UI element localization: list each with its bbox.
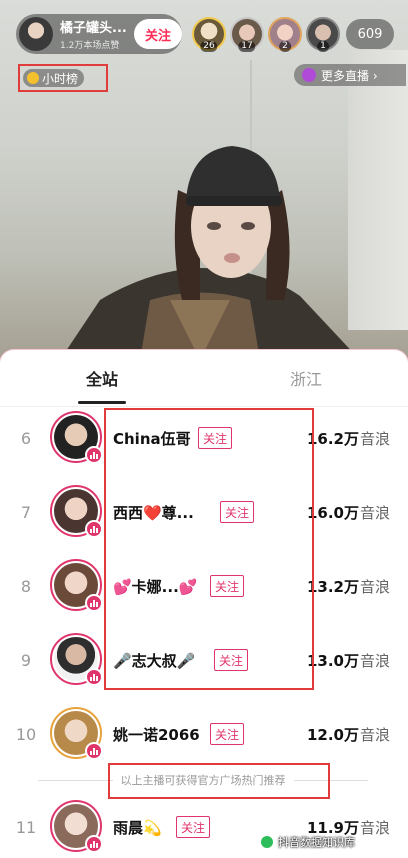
score: 13.2万 音浪 bbox=[307, 549, 390, 623]
rank-number: 8 bbox=[20, 576, 32, 596]
streamer-name: 姚一诺2066 bbox=[113, 725, 200, 744]
live-bars-icon bbox=[85, 742, 103, 760]
viewer-badge: 26 bbox=[200, 41, 218, 52]
rank-number: 10 bbox=[15, 724, 37, 744]
score-value: 16.0万 bbox=[306, 503, 359, 522]
score-unit: 音浪 bbox=[359, 818, 390, 837]
live-bars-icon bbox=[85, 520, 103, 538]
viewer-avatar[interactable]: 1 bbox=[306, 17, 340, 52]
live-video[interactable] bbox=[0, 0, 408, 360]
more-live-label: 更多直播 › bbox=[321, 68, 378, 83]
score-value: 13.0万 bbox=[306, 651, 359, 670]
avatar[interactable] bbox=[50, 633, 103, 686]
score-value: 12.0万 bbox=[306, 725, 359, 744]
ranking-row[interactable]: 7 西西❤️尊... 关注 16.0万 音浪 bbox=[0, 475, 408, 549]
follow-button[interactable]: 关注 bbox=[176, 816, 211, 838]
follow-button[interactable]: 关注 bbox=[214, 649, 249, 671]
score-unit: 音浪 bbox=[359, 725, 390, 744]
viewer-avatar[interactable]: 2 bbox=[268, 17, 302, 52]
streamer-name: 雨晨💫 bbox=[113, 818, 162, 837]
live-bars-icon bbox=[85, 594, 103, 612]
score: 16.2万 音浪 bbox=[307, 401, 390, 475]
live-bars-icon bbox=[85, 835, 103, 853]
ranking-row[interactable]: 10 姚一诺2066 关注 12.0万 音浪 bbox=[0, 697, 408, 771]
score-unit: 音浪 bbox=[359, 577, 390, 596]
rank-number: 7 bbox=[20, 502, 32, 522]
divider-line bbox=[38, 779, 113, 781]
avatar[interactable] bbox=[50, 559, 103, 612]
score-value: 16.2万 bbox=[306, 429, 359, 448]
rank-number: 11 bbox=[15, 817, 37, 837]
more-live-button[interactable]: 更多直播 › bbox=[294, 64, 406, 86]
viewer-avatar[interactable]: 26 bbox=[192, 17, 226, 52]
score: 12.0万 音浪 bbox=[307, 697, 390, 771]
live-bars-icon bbox=[85, 446, 103, 464]
avatar[interactable] bbox=[50, 485, 103, 538]
viewer-count[interactable]: 609 bbox=[346, 19, 394, 49]
follow-host-button[interactable]: 关注 bbox=[134, 19, 182, 49]
avatar[interactable] bbox=[50, 411, 103, 464]
tab-nationwide[interactable]: 全站 bbox=[0, 350, 204, 406]
score-unit: 音浪 bbox=[359, 651, 390, 670]
top-viewers: 26 17 2 1 bbox=[192, 17, 340, 52]
follow-button[interactable]: 关注 bbox=[198, 427, 233, 449]
hour-rank-label: 小时榜 bbox=[42, 71, 79, 86]
follow-button[interactable]: 关注 bbox=[220, 501, 255, 523]
streamer-figure bbox=[60, 146, 360, 360]
streamer-name: China伍哥 bbox=[113, 429, 191, 448]
hour-rank-button[interactable]: 小时榜 bbox=[23, 69, 85, 87]
rank-number: 9 bbox=[20, 650, 32, 670]
avatar[interactable] bbox=[50, 800, 103, 853]
avatar[interactable] bbox=[50, 707, 103, 760]
viewer-avatar[interactable]: 17 bbox=[230, 17, 264, 52]
host-avatar[interactable] bbox=[19, 17, 53, 51]
wechat-icon bbox=[260, 835, 274, 849]
score-unit: 音浪 bbox=[359, 503, 390, 522]
watermark: 抖音数据知识库 bbox=[260, 834, 355, 850]
score-unit: 音浪 bbox=[359, 429, 390, 448]
viewer-badge: 17 bbox=[238, 41, 256, 52]
viewer-badge: 2 bbox=[279, 41, 291, 52]
tab-zhejiang[interactable]: 浙江 bbox=[204, 350, 408, 406]
streamer-name: 🎤志大叔🎤 bbox=[113, 651, 196, 670]
watermark-text: 抖音数据知识库 bbox=[278, 836, 355, 849]
score-value: 13.2万 bbox=[306, 577, 359, 596]
score: 16.0万 音浪 bbox=[307, 475, 390, 549]
streamer-name: 西西❤️尊... bbox=[113, 503, 194, 522]
follow-button[interactable]: 关注 bbox=[210, 723, 245, 745]
ranking-row[interactable]: 6 China伍哥 关注 16.2万 音浪 bbox=[0, 401, 408, 475]
ranking-row[interactable]: 8 💕卡娜...💕 关注 13.2万 音浪 bbox=[0, 549, 408, 623]
medal-icon bbox=[27, 72, 39, 84]
live-bars-icon bbox=[85, 668, 103, 686]
score: 13.0万 音浪 bbox=[307, 623, 390, 697]
hour-rank-highlight: 小时榜 bbox=[18, 64, 108, 92]
rank-number: 6 bbox=[20, 428, 32, 448]
viewer-badge: 1 bbox=[317, 41, 329, 52]
live-icon bbox=[302, 68, 316, 82]
follow-button[interactable]: 关注 bbox=[210, 575, 245, 597]
streamer-name: 💕卡娜...💕 bbox=[113, 577, 198, 596]
ranking-tabs: 全站 浙江 bbox=[0, 350, 408, 406]
ranking-row[interactable]: 9 🎤志大叔🎤 关注 13.0万 音浪 bbox=[0, 623, 408, 697]
